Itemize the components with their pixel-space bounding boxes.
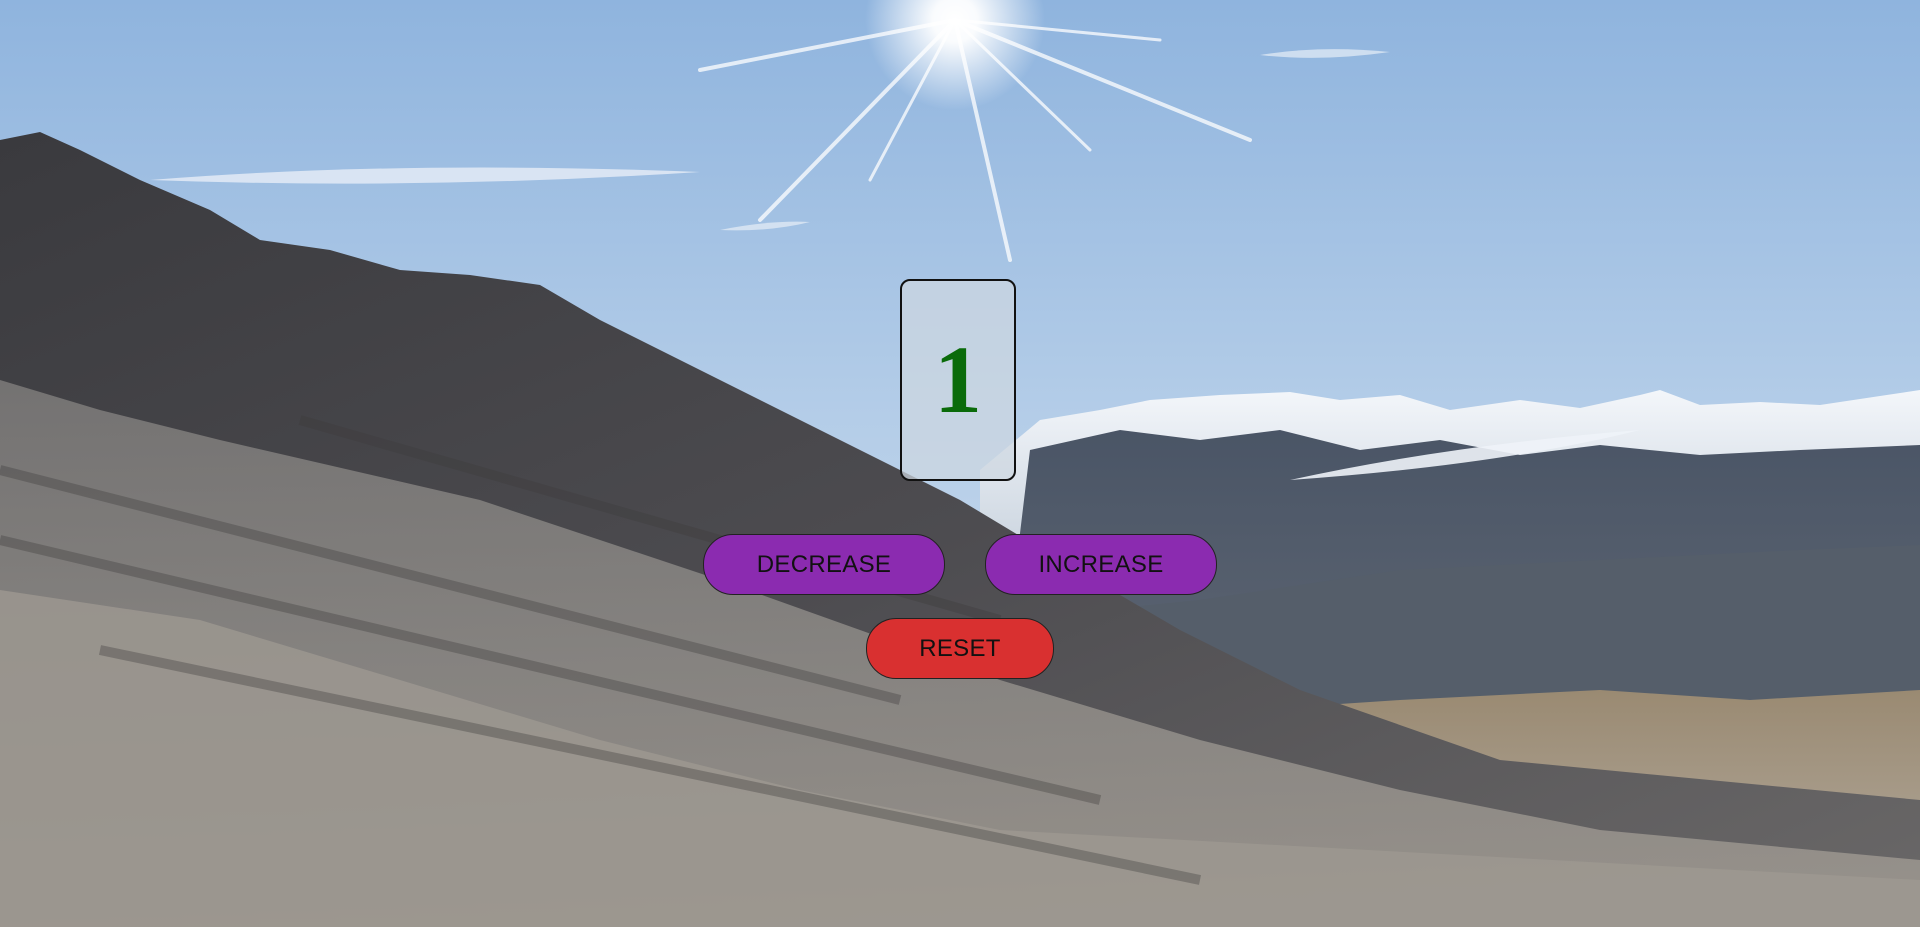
counter-display: 1	[900, 279, 1016, 481]
decrease-button[interactable]: DECREASE	[703, 534, 945, 595]
counter-value: 1	[934, 326, 982, 433]
increase-button[interactable]: INCREASE	[985, 534, 1217, 595]
reset-button[interactable]: RESET	[866, 618, 1054, 679]
